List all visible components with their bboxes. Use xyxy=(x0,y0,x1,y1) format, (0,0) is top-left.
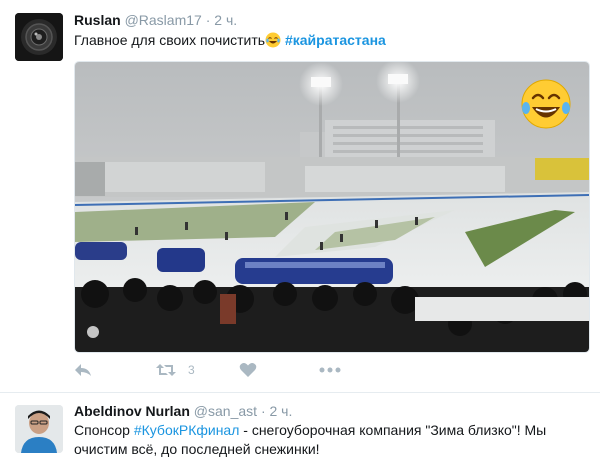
reply-icon xyxy=(75,364,91,376)
timestamp[interactable]: 2 ч. xyxy=(214,12,237,28)
user-handle[interactable]: @Raslam17 xyxy=(125,12,202,28)
tweet-ruslan: Ruslan @Raslam17 · 2 ч. Главное для свои… xyxy=(0,0,600,392)
like-button[interactable] xyxy=(239,358,257,382)
laughing-tears-emoji-icon xyxy=(265,32,281,48)
avatar-image xyxy=(15,405,63,453)
retweet-icon xyxy=(156,364,176,376)
heart-icon xyxy=(239,363,257,377)
avatar-image xyxy=(15,13,63,61)
tweet-header: Abeldinov Nurlan @san_ast · 2 ч. xyxy=(74,403,292,419)
avatar-ruslan[interactable] xyxy=(15,13,63,61)
snowy-stadium-photo xyxy=(75,62,589,352)
hashtag-link[interactable]: #кайратастана xyxy=(285,32,386,48)
separator-dot: · xyxy=(260,403,266,419)
retweet-count: 3 xyxy=(188,363,195,377)
tweet-text-line-2: очистим всё, до последней снежинки! xyxy=(74,441,320,457)
tweet-text: Главное для своих почистить #кайратастан… xyxy=(74,31,386,50)
tweet-text-line-1: Спонсор #КубокРКфинал - снегоуборочная к… xyxy=(74,421,594,440)
tweet-abeldinov: Abeldinov Nurlan @san_ast · 2 ч. Спонсор… xyxy=(0,393,600,458)
tweet-text-start: Спонсор xyxy=(74,422,134,438)
tweet-text-body: Главное для своих почистить xyxy=(74,32,266,48)
tweet-header: Ruslan @Raslam17 · 2 ч. xyxy=(74,12,237,28)
user-name[interactable]: Ruslan xyxy=(74,12,121,28)
retweet-button[interactable]: 3 xyxy=(156,358,195,382)
tweet-text-rest: - снегоуборочная компания "Зима близко"!… xyxy=(239,422,547,438)
reply-button[interactable] xyxy=(74,358,92,382)
user-name[interactable]: Abeldinov Nurlan xyxy=(74,403,190,419)
tweet-text: Спонсор #КубокРКфинал - снегоуборочная к… xyxy=(74,421,594,459)
separator-dot: · xyxy=(205,12,211,28)
timestamp[interactable]: 2 ч. xyxy=(270,403,293,419)
more-button[interactable] xyxy=(319,358,341,382)
user-handle[interactable]: @san_ast xyxy=(194,403,257,419)
tweet-actions: 3 xyxy=(74,358,474,382)
more-dots-icon xyxy=(319,367,341,373)
avatar-abeldinov[interactable] xyxy=(15,405,63,453)
hashtag-link[interactable]: #КубокРКфинал xyxy=(134,422,240,438)
tweet-photo[interactable] xyxy=(74,61,590,353)
